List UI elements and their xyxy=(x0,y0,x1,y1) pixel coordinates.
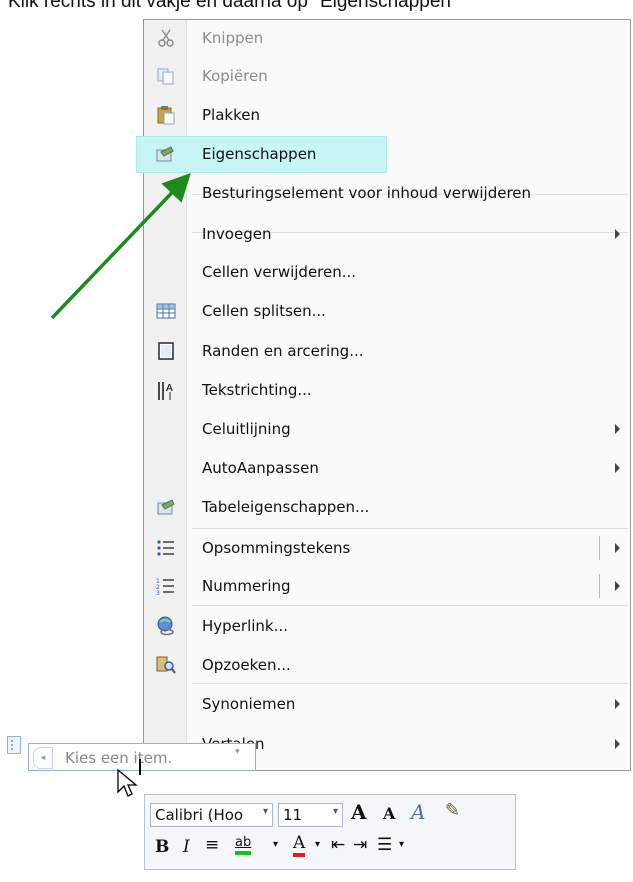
decrease-indent-icon[interactable]: ⇤ xyxy=(331,835,345,855)
dropdown-arrow-icon[interactable]: ▾ xyxy=(235,747,247,765)
properties-icon xyxy=(155,144,175,168)
chevron-down-icon[interactable]: ▾ xyxy=(263,806,268,817)
chevron-down-icon[interactable]: ▾ xyxy=(273,839,278,850)
control-left-cap-icon: ◂ xyxy=(33,747,53,769)
grow-font-button[interactable]: A xyxy=(351,800,367,824)
styles-button[interactable]: A xyxy=(411,800,425,824)
format-painter-icon[interactable]: ✎ xyxy=(445,800,460,821)
chevron-down-icon[interactable]: ▾ xyxy=(315,839,320,850)
chevron-down-icon[interactable]: ▾ xyxy=(399,839,404,850)
increase-indent-icon[interactable]: ⇥ xyxy=(353,835,367,855)
font-name: Calibri (Hoo xyxy=(155,806,244,824)
mini-toolbar: Calibri (Hoo ▾ 11 ▾ A A A ✎ B I ≡ ab ▾ A… xyxy=(144,794,516,870)
mouse-pointer-icon xyxy=(117,768,138,797)
content-control-handle-icon[interactable] xyxy=(7,736,21,754)
italic-button[interactable]: I xyxy=(183,837,190,857)
bullets-icon[interactable]: ☰ xyxy=(377,835,392,855)
font-color-button[interactable]: A xyxy=(293,833,306,857)
center-align-icon[interactable]: ≡ xyxy=(205,835,219,855)
chevron-down-icon[interactable]: ▾ xyxy=(333,806,338,817)
font-size-box[interactable]: 11 ▾ xyxy=(278,803,343,827)
bold-button[interactable]: B xyxy=(155,837,169,857)
font-size: 11 xyxy=(283,806,303,824)
content-control-placeholder: Kies een item. xyxy=(65,749,173,767)
highlight-color-button[interactable]: ab xyxy=(235,835,252,855)
dropdown-content-control[interactable]: ◂ Kies een item. ▾ xyxy=(28,743,256,771)
text-cursor-icon xyxy=(139,759,141,775)
font-name-box[interactable]: Calibri (Hoo ▾ xyxy=(150,803,273,827)
shrink-font-button[interactable]: A xyxy=(383,804,395,823)
